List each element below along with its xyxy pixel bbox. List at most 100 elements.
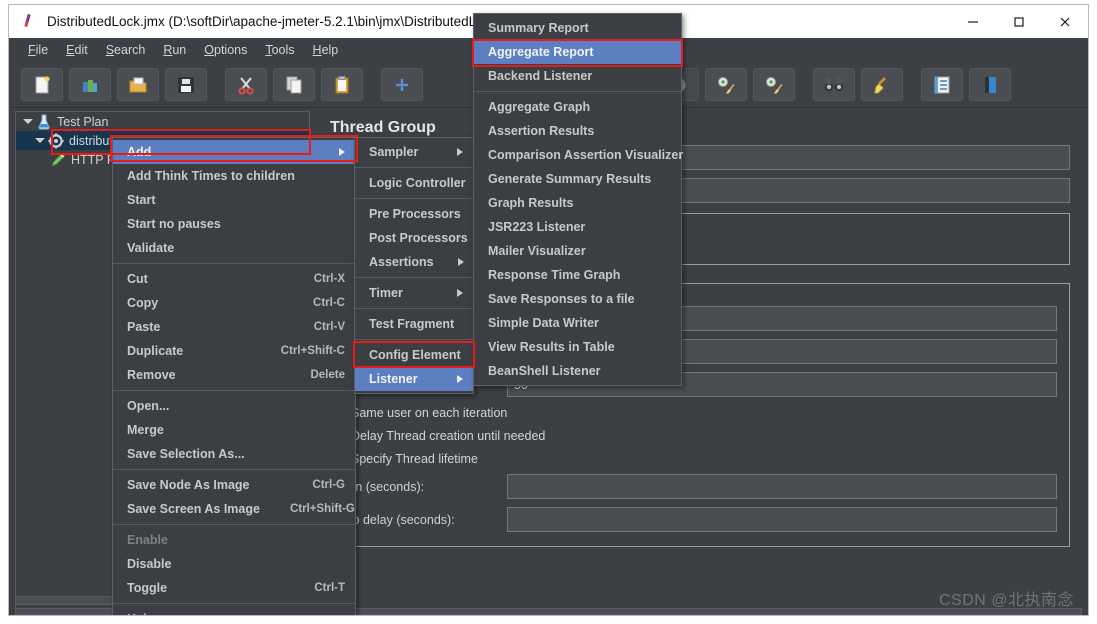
add-submenu-item-pre-processors[interactable]: Pre Processors [355, 202, 491, 226]
expand-all-button[interactable] [381, 68, 423, 101]
tree-node-label: Test Plan [57, 114, 109, 129]
listener-item-comparison-assertion-visualizer[interactable]: Comparison Assertion Visualizer [474, 143, 683, 167]
clear-all-button[interactable] [753, 68, 795, 101]
add-submenu-item-test-fragment[interactable]: Test Fragment [355, 312, 485, 336]
tree-node-test-plan[interactable]: Test Plan [16, 112, 309, 131]
new-test-plan-button[interactable] [21, 68, 63, 101]
menubar-item-search[interactable]: Search [97, 41, 155, 59]
listener-submenu[interactable]: Summary Report Aggregate Report Backend … [473, 13, 683, 386]
screenshot-root: DistributedLock.jmx (D:\softDir\apache-j… [0, 0, 1097, 624]
menubar-item-options[interactable]: Options [195, 41, 256, 59]
add-submenu-item-listener[interactable]: Listener [355, 367, 473, 391]
menu-item-label: Remove [127, 368, 176, 382]
listener-item-view-results-in-table[interactable]: View Results in Table [474, 335, 681, 359]
templates-button[interactable] [69, 68, 111, 101]
listener-item-aggregate-graph[interactable]: Aggregate Graph [474, 95, 681, 119]
add-submenu-item-timer[interactable]: Timer [355, 281, 473, 305]
context-menu-item-copy[interactable]: Copy Ctrl-C [113, 291, 355, 315]
context-menu-item-remove[interactable]: Remove Delete [113, 363, 355, 387]
tree-node-context-menu[interactable]: Add Add Think Times to children Start St… [112, 137, 356, 615]
add-submenu[interactable]: Sampler Logic Controller Pre Processors … [354, 137, 498, 394]
listener-item-graph-results[interactable]: Graph Results [474, 191, 681, 215]
listener-item-generate-summary-results[interactable]: Generate Summary Results [474, 167, 681, 191]
startup-delay-input[interactable] [507, 507, 1057, 532]
clear-button[interactable] [705, 68, 747, 101]
listener-item-backend-listener[interactable]: Backend Listener [474, 64, 681, 88]
duration-input[interactable] [507, 474, 1057, 499]
context-menu-item-start-no-pauses[interactable]: Start no pauses [113, 212, 355, 236]
chevron-right-icon [457, 258, 464, 266]
chevron-down-icon[interactable] [22, 116, 33, 127]
open-folder-icon [129, 77, 147, 92]
menubar-item-tools[interactable]: Tools [256, 41, 303, 59]
search-button[interactable] [813, 68, 855, 101]
minimize-button[interactable] [950, 5, 996, 38]
listener-item-summary-report[interactable]: Summary Report [474, 16, 681, 40]
list-icon [934, 76, 950, 93]
menubar-item-edit[interactable]: Edit [57, 41, 97, 59]
listener-item-simple-data-writer[interactable]: Simple Data Writer [474, 311, 681, 335]
menubar-item-run[interactable]: Run [154, 41, 195, 59]
context-menu-item-save-selection-as[interactable]: Save Selection As... [113, 442, 355, 466]
same-user-label: Same user on each iteration [351, 406, 508, 420]
context-menu-item-paste[interactable]: Paste Ctrl-V [113, 315, 355, 339]
open-button[interactable] [117, 68, 159, 101]
menu-item-label: Toggle [127, 581, 168, 595]
listener-item-aggregate-report[interactable]: Aggregate Report [474, 40, 681, 64]
close-button[interactable] [1042, 5, 1088, 38]
context-menu-item-save-node-as-image[interactable]: Save Node As Image Ctrl-G [113, 473, 355, 497]
menu-item-label: Post Processors [369, 231, 468, 245]
copy-button[interactable] [273, 68, 315, 101]
menubar-item-file[interactable]: File [19, 41, 57, 59]
context-menu-item-enable: Enable [113, 528, 355, 552]
context-menu-item-validate[interactable]: Validate [113, 236, 355, 260]
add-submenu-item-logic-controller[interactable]: Logic Controller [355, 171, 496, 195]
context-menu-item-start[interactable]: Start [113, 188, 355, 212]
menu-rest: earch [114, 43, 146, 57]
listener-item-response-time-graph[interactable]: Response Time Graph [474, 263, 681, 287]
menu-separator [355, 198, 473, 199]
add-submenu-item-assertions[interactable]: Assertions [355, 250, 473, 274]
context-menu-item-add[interactable]: Add [113, 140, 355, 164]
context-menu-item-toggle[interactable]: Toggle Ctrl-T [113, 576, 355, 600]
cut-button[interactable] [225, 68, 267, 101]
context-menu-item-merge[interactable]: Merge [113, 418, 355, 442]
paste-clipboard-icon [335, 75, 349, 93]
listener-item-save-responses-to-a-file[interactable]: Save Responses to a file [474, 287, 681, 311]
specify-lifetime-row[interactable]: Specify Thread lifetime [331, 452, 1069, 466]
save-button[interactable] [165, 68, 207, 101]
log-viewer-button[interactable] [969, 68, 1011, 101]
maximize-button[interactable] [996, 5, 1042, 38]
paste-button[interactable] [321, 68, 363, 101]
add-submenu-item-sampler[interactable]: Sampler [355, 140, 473, 164]
listener-item-mailer-visualizer[interactable]: Mailer Visualizer [474, 239, 681, 263]
menubar-item-help[interactable]: Help [304, 41, 348, 59]
menu-item-label: Disable [127, 557, 172, 571]
specify-lifetime-label: Specify Thread lifetime [351, 452, 478, 466]
menu-item-accelerator: Ctrl+Shift-C [280, 345, 345, 357]
log-book-icon [985, 76, 996, 93]
context-menu-item-duplicate[interactable]: Duplicate Ctrl+Shift-C [113, 339, 355, 363]
listener-item-assertion-results[interactable]: Assertion Results [474, 119, 681, 143]
clear-all-gear-broom-icon [766, 76, 783, 94]
add-submenu-item-post-processors[interactable]: Post Processors [355, 226, 498, 250]
reset-search-button[interactable] [861, 68, 903, 101]
delay-thread-row[interactable]: Delay Thread creation until needed [331, 429, 1069, 443]
menu-item-label: Config Element [369, 348, 461, 362]
add-submenu-item-config-element[interactable]: Config Element [355, 343, 491, 367]
listener-item-beanshell-listener[interactable]: BeanShell Listener [474, 359, 681, 383]
context-menu-item-help[interactable]: Help [113, 607, 355, 615]
menu-item-label: Timer [369, 286, 403, 300]
listener-item-jsr223-listener[interactable]: JSR223 Listener [474, 215, 681, 239]
context-menu-item-cut[interactable]: Cut Ctrl-X [113, 267, 355, 291]
chevron-down-icon[interactable] [34, 135, 45, 146]
same-user-row[interactable]: Same user on each iteration [331, 406, 1069, 420]
menu-separator [355, 339, 473, 340]
context-menu-item-add-think-times[interactable]: Add Think Times to children [113, 164, 355, 188]
context-menu-item-open[interactable]: Open... [113, 394, 355, 418]
menu-mnemonic: H [312, 43, 322, 57]
menu-rest: ptions [214, 43, 248, 57]
function-helper-button[interactable] [921, 68, 963, 101]
context-menu-item-save-screen-as-image[interactable]: Save Screen As Image Ctrl+Shift-G [113, 497, 355, 521]
context-menu-item-disable[interactable]: Disable [113, 552, 355, 576]
